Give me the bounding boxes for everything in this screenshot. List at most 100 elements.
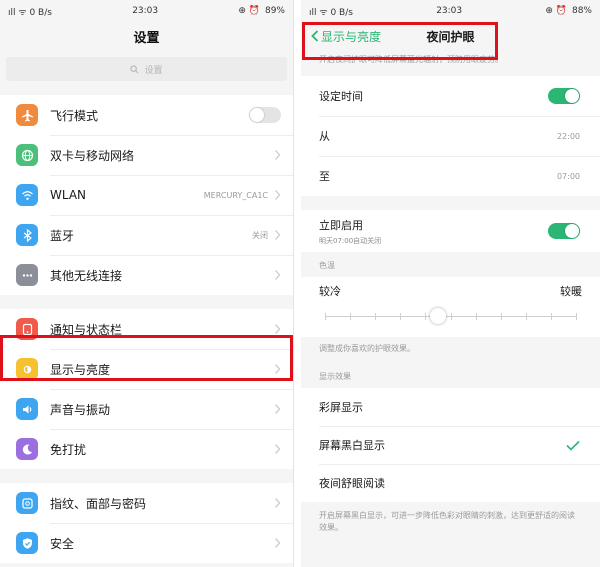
settings-screen: ıll ᯤ 0 B/s 23:03 ⊕ ⏰ 89% 设置 设置 飞行模式 双卡与移动… [0,0,294,567]
settings-group-connectivity: 飞行模式双卡与移动网络 WLAN MERCURY_CA1C 蓝牙 关闭其他无线连接 [0,95,293,295]
highlight-nav-bar [302,22,498,60]
settings-item-value: MERCURY_CA1C [203,190,268,200]
enable-now-toggle[interactable] [548,223,580,239]
status-left: ıll ᯤ 0 B/s [309,5,353,18]
shield-icon-badge [16,532,38,554]
settings-item-airplane[interactable]: 飞行模式 [0,95,293,135]
settings-item-sound[interactable]: 声音与振动 [0,389,293,429]
settings-item-fingerprint[interactable]: 指纹、面部与密码 [0,483,293,523]
from-time-row[interactable]: 从 22:00 [301,116,600,156]
moon-icon-badge [16,438,38,460]
enable-now-row[interactable]: 立即启用 明天07:00自动关闭 [301,210,600,252]
settings-item-label: 双卡与移动网络 [50,148,135,163]
net-speed: 0 B/s [29,7,52,18]
slider-tick [525,313,527,320]
airplane-icon-badge [16,104,38,126]
status-icons: ⊕ ⏰ [238,6,260,16]
status-bar: ıll ᯤ 0 B/s 23:03 ⊕ ⏰ 89% [0,0,293,22]
more-icon-badge [16,264,38,286]
settings-item-more[interactable]: 其他无线连接 [0,255,293,295]
screenshot-composite: ıll ᯤ 0 B/s 23:03 ⊕ ⏰ 89% 设置 设置 飞行模式双卡与移动… [0,0,600,567]
to-time-row[interactable]: 至 07:00 [301,156,600,196]
battery-level: 88% [571,6,592,16]
effect-option-label: 屏幕黑白显示 [319,439,385,452]
settings-item-label: 声音与振动 [50,402,111,417]
enable-now-text: 立即启用 明天07:00自动关闭 [319,217,548,246]
settings-item-shield[interactable]: 安全 [0,523,293,563]
effect-option-label: 彩屏显示 [319,401,363,414]
chevron-right-icon [275,404,281,414]
settings-item-label: 蓝牙 [50,228,75,243]
schedule-group: 设定时间 从 22:00 至 07:00 [301,76,600,196]
shield-icon [22,537,32,549]
slider-tick [500,313,502,320]
settings-item-label: 免打扰 [50,442,87,457]
effect-note: 开启屏幕黑白显示，可进一步降低色彩对眼睛的刺激，达到更舒适的阅读效果。 [319,511,575,532]
slider-tick [576,313,577,320]
globe-icon-badge [16,144,38,166]
status-time: 23:03 [436,6,463,16]
slider-labels: 较冷 较暖 [319,283,582,299]
slider-tick [350,313,352,320]
globe-icon [21,149,33,161]
enable-now-label: 立即启用 [319,218,363,232]
sound-icon-badge [16,398,38,420]
night-mode-screen: ıll ᯤ 0 B/s 23:03 ⊕ ⏰ 88% 显示与亮度 夜间护眼 开启夜间… [301,0,600,567]
settings-group-system: 通知与状态栏 显示与亮度 声音与振动 免打扰 [0,309,293,469]
chevron-right-icon [275,444,281,454]
settings-item-label: 指纹、面部与密码 [50,496,147,511]
search-input[interactable]: 设置 [6,57,287,81]
moon-icon [22,444,32,455]
schedule-toggle-row[interactable]: 设定时间 [301,76,600,116]
effect-option[interactable]: 夜间舒眼阅读 [301,464,600,502]
settings-item-globe[interactable]: 双卡与移动网络 [0,135,293,175]
effect-option[interactable]: 彩屏显示 [301,388,600,426]
settings-group-security: 指纹、面部与密码 安全 [0,483,293,563]
signal-icon: ıll ᯤ [8,7,27,18]
settings-item-label: 飞行模式 [50,108,99,123]
signal-icon: ıll ᯤ [309,7,328,18]
notification-icon [22,323,32,335]
slider-tick [325,313,326,320]
to-value: 07:00 [556,171,580,181]
settings-item-label: 其他无线连接 [50,268,123,283]
cold-label: 较冷 [319,285,341,298]
effect-option[interactable]: 屏幕黑白显示 [301,426,600,464]
settings-item-wifi[interactable]: WLAN MERCURY_CA1C [0,175,293,215]
from-value: 22:00 [556,131,580,141]
chevron-right-icon [275,498,281,508]
settings-item-bluetooth[interactable]: 蓝牙 关闭 [0,215,293,255]
wifi-icon [21,190,33,200]
slider-tick [475,313,477,320]
status-left: ıll ᯤ 0 B/s [8,5,52,18]
slider-tick [400,313,402,320]
enable-now-sub: 明天07:00自动关闭 [319,236,382,245]
settings-item-label: 安全 [50,536,75,551]
status-bar: ıll ᯤ 0 B/s 23:03 ⊕ ⏰ 88% [301,0,600,22]
slider-thumb[interactable] [429,308,446,324]
airplane-icon [21,109,33,121]
schedule-toggle[interactable] [548,88,580,104]
chevron-right-icon [275,230,281,240]
search-placeholder: 设置 [144,65,163,76]
color-temp-slider[interactable]: 较冷 较暖 [301,277,600,337]
highlight-display-brightness [0,335,293,381]
chevron-right-icon [275,538,281,548]
settings-item-moon[interactable]: 免打扰 [0,429,293,469]
settings-item-label: WLAN [50,188,87,202]
slider-tick [550,313,552,320]
battery-level: 89% [264,6,285,16]
effect-section: 显示效果 [319,372,351,381]
sound-icon [22,405,31,413]
status-right: ⊕ ⏰ 88% [545,6,592,16]
bluetooth-icon [23,228,32,242]
slider-track[interactable] [325,313,577,320]
wifi-icon-badge [16,184,38,206]
chevron-right-icon [275,190,281,200]
effect-options: 彩屏显示屏幕黑白显示夜间舒眼阅读 [301,388,600,502]
airplane-toggle[interactable] [249,107,281,123]
fingerprint-icon [21,497,33,509]
settings-item-value: 关闭 [252,230,268,240]
fingerprint-icon-badge [16,492,38,514]
page-title: 设置 [133,30,160,46]
